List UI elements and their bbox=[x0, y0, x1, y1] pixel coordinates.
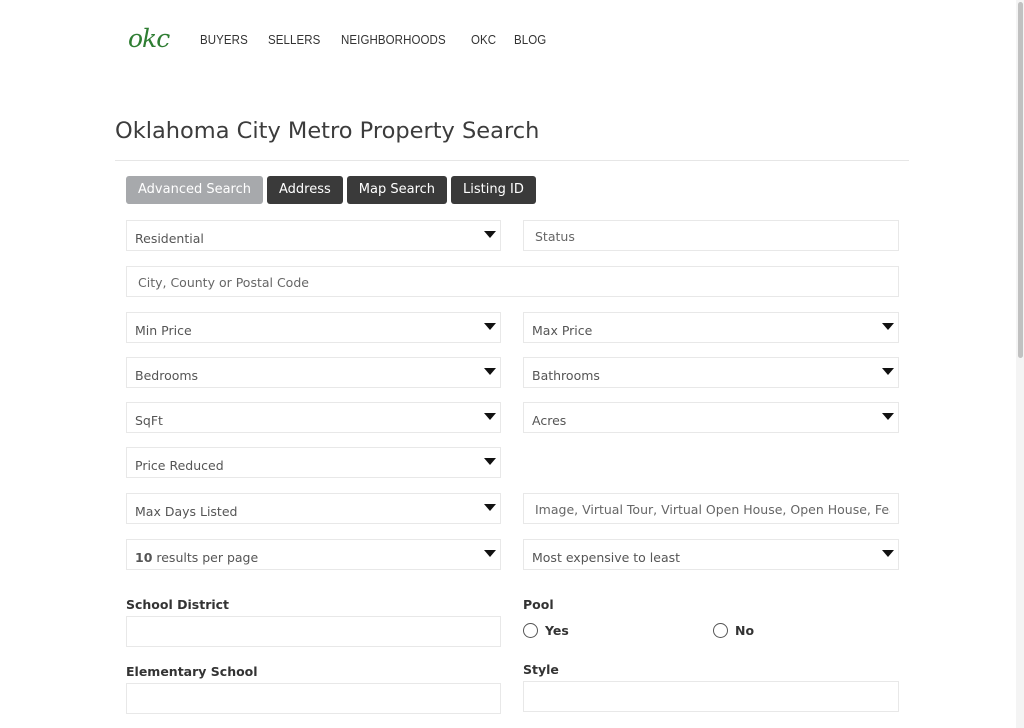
nav-neighborhoods[interactable]: NEIGHBORHOODS bbox=[341, 33, 446, 47]
nav-sellers[interactable]: SELLERS bbox=[268, 33, 320, 47]
main-nav: BUYERS SELLERS NEIGHBORHOODS OKC BLOG bbox=[200, 33, 565, 47]
results-per-page-select[interactable]: 10 results per page bbox=[126, 539, 501, 570]
page-title: Oklahoma City Metro Property Search bbox=[115, 118, 540, 144]
bathrooms-select[interactable]: Bathrooms bbox=[523, 357, 899, 388]
scrollbar-thumb[interactable] bbox=[1018, 2, 1023, 358]
chevron-down-icon bbox=[484, 458, 496, 465]
radio-circle-icon[interactable] bbox=[523, 623, 538, 638]
elementary-school-label: Elementary School bbox=[126, 664, 258, 679]
school-district-label: School District bbox=[126, 597, 230, 612]
location-placeholder: City, County or Postal Code bbox=[138, 275, 309, 290]
bedrooms-select[interactable]: Bedrooms bbox=[126, 357, 501, 388]
status-input[interactable]: Status bbox=[523, 220, 899, 251]
acres-select[interactable]: Acres bbox=[523, 402, 899, 433]
elementary-school-input[interactable] bbox=[126, 683, 501, 714]
chevron-down-icon bbox=[484, 368, 496, 375]
nav-blog[interactable]: BLOG bbox=[514, 33, 546, 47]
max-price-value: Max Price bbox=[532, 323, 593, 338]
tab-advanced-search[interactable]: Advanced Search bbox=[126, 176, 264, 204]
chevron-down-icon bbox=[484, 413, 496, 420]
pool-no-option[interactable]: No bbox=[713, 623, 754, 638]
chevron-down-icon bbox=[484, 504, 496, 511]
bathrooms-value: Bathrooms bbox=[532, 368, 600, 383]
style-input[interactable] bbox=[523, 681, 899, 712]
pool-yes-option[interactable]: Yes bbox=[523, 623, 569, 638]
sort-value: Most expensive to least bbox=[532, 550, 681, 565]
chevron-down-icon bbox=[484, 550, 496, 557]
tab-listing-id[interactable]: Listing ID bbox=[451, 176, 536, 204]
price-reduced-value: Price Reduced bbox=[135, 458, 224, 473]
max-price-select[interactable]: Max Price bbox=[523, 312, 899, 343]
pool-no-label: No bbox=[735, 623, 755, 638]
status-placeholder: Status bbox=[535, 229, 575, 244]
chevron-down-icon bbox=[882, 368, 894, 375]
acres-value: Acres bbox=[532, 413, 567, 428]
school-district-input[interactable] bbox=[126, 616, 501, 647]
tab-map-search[interactable]: Map Search bbox=[346, 176, 448, 204]
chevron-down-icon bbox=[882, 550, 894, 557]
radio-circle-icon[interactable] bbox=[713, 623, 728, 638]
results-suffix: results per page bbox=[152, 550, 259, 565]
price-reduced-select[interactable]: Price Reduced bbox=[126, 447, 501, 478]
min-price-value: Min Price bbox=[135, 323, 192, 338]
chevron-down-icon bbox=[882, 413, 894, 420]
chevron-down-icon bbox=[484, 323, 496, 330]
location-input[interactable]: City, County or Postal Code bbox=[126, 266, 899, 297]
chevron-down-icon bbox=[484, 231, 496, 238]
style-label: Style bbox=[523, 662, 559, 677]
features-input[interactable]: Image, Virtual Tour, Virtual Open House,… bbox=[523, 493, 899, 524]
pool-label: Pool bbox=[523, 597, 554, 612]
sqft-value: SqFt bbox=[135, 413, 163, 428]
property-type-value: Residential bbox=[135, 231, 204, 246]
chevron-down-icon bbox=[882, 323, 894, 330]
results-per-page-value: 10 results per page bbox=[135, 550, 258, 565]
tab-address[interactable]: Address bbox=[267, 176, 343, 204]
property-type-select[interactable]: Residential bbox=[126, 220, 501, 251]
pool-yes-label: Yes bbox=[545, 623, 569, 638]
sort-select[interactable]: Most expensive to least bbox=[523, 539, 899, 570]
title-divider bbox=[115, 160, 909, 161]
nav-buyers[interactable]: BUYERS bbox=[200, 33, 248, 47]
bedrooms-value: Bedrooms bbox=[135, 368, 199, 383]
site-header: okc BUYERS SELLERS NEIGHBORHOODS OKC BLO… bbox=[0, 0, 1016, 80]
results-count: 10 bbox=[135, 550, 153, 565]
sqft-select[interactable]: SqFt bbox=[126, 402, 501, 433]
features-placeholder: Image, Virtual Tour, Virtual Open House,… bbox=[535, 502, 890, 517]
max-days-listed-select[interactable]: Max Days Listed bbox=[126, 493, 501, 524]
nav-okc[interactable]: OKC bbox=[471, 33, 496, 47]
min-price-select[interactable]: Min Price bbox=[126, 312, 501, 343]
search-tabs: Advanced Search Address Map Search Listi… bbox=[126, 176, 540, 204]
site-logo[interactable]: okc bbox=[128, 24, 170, 53]
max-days-listed-value: Max Days Listed bbox=[135, 504, 238, 519]
